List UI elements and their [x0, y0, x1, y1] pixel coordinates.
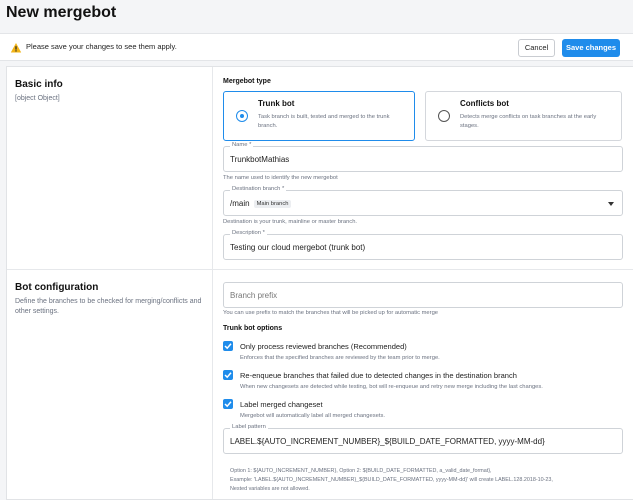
label-pattern-field[interactable]: Label pattern LABEL.${AUTO_INCREMENT_NUM… — [223, 424, 623, 454]
reenqueue-branches-description: When new changesets are detected while t… — [240, 384, 543, 390]
unsaved-changes-banner: Please save your changes to see them app… — [0, 33, 633, 61]
trunk-bot-title: Trunk bot — [258, 99, 295, 108]
warning-icon — [10, 41, 22, 53]
branch-prefix-helper: You can use prefix to match the branches… — [223, 310, 439, 316]
label-pattern-value: LABEL.${AUTO_INCREMENT_NUMBER}_${BUILD_D… — [230, 437, 545, 446]
trunk-bot-card[interactable]: Trunk bot Task branch is built, tested a… — [223, 91, 415, 141]
checkmark-icon — [224, 372, 232, 379]
destination-branch-label: Destination branch * — [230, 186, 287, 192]
label-pattern-label: Label pattern — [230, 424, 268, 430]
mergebot-form: Basic info [object Object] Mergebot type… — [6, 66, 633, 500]
trunk-bot-description: Task branch is built, tested and merged … — [258, 114, 390, 129]
section-divider — [7, 269, 633, 270]
mergebot-type-label: Mergebot type — [223, 78, 271, 85]
branch-prefix-placeholder: Branch prefix — [230, 291, 278, 300]
description-field-label: Description * — [230, 230, 267, 236]
label-merged-changeset-label: Label merged changeset — [240, 400, 323, 409]
label-pattern-help-line-1: Option 1: ${AUTO_INCREMENT_NUMBER}, Opti… — [230, 468, 492, 474]
reenqueue-branches-checkbox[interactable] — [223, 370, 233, 380]
description-field-value: Testing our cloud mergebot (trunk bot) — [230, 243, 366, 252]
save-changes-button[interactable]: Save changes — [562, 39, 620, 57]
name-field-label: Name * — [230, 142, 254, 148]
checkmark-icon — [224, 343, 232, 350]
basic-info-title: Basic info — [15, 79, 63, 90]
chevron-down-icon[interactable] — [608, 202, 614, 206]
bot-configuration-title: Bot configuration — [15, 282, 99, 293]
warning-text: Please save your changes to see them app… — [26, 42, 177, 51]
destination-branch-select[interactable]: Destination branch * /main Main branch — [223, 186, 623, 216]
branch-prefix-field[interactable]: Branch prefix — [223, 282, 623, 308]
destination-helper: Destination is your trunk, mainline or m… — [223, 219, 358, 225]
main-branch-chip: Main branch — [253, 200, 292, 208]
name-field[interactable]: Name * TrunkbotMathias — [223, 142, 623, 172]
conflicts-bot-title: Conflicts bot — [460, 99, 509, 108]
label-pattern-help-line-2: Example: 'LABEL.${AUTO_INCREMENT_NUMBER}… — [230, 477, 553, 483]
cancel-button[interactable]: Cancel — [518, 39, 555, 57]
destination-branch-value: /main Main branch — [230, 199, 292, 208]
label-pattern-help: Option 1: ${AUTO_INCREMENT_NUMBER}, Opti… — [230, 467, 620, 494]
conflicts-bot-card[interactable]: Conflicts bot Detects merge conflicts on… — [425, 91, 622, 141]
name-helper: The name used to identify the new mergeb… — [223, 175, 338, 181]
reviewed-branches-label: Only process reviewed branches (Recommen… — [240, 342, 407, 351]
trunk-bot-radio[interactable] — [236, 110, 248, 122]
label-merged-changeset-checkbox[interactable] — [223, 399, 233, 409]
label-pattern-help-line-3: Nested variables are not allowed. — [230, 486, 310, 492]
basic-info-description: [object Object] — [15, 95, 60, 102]
reviewed-branches-checkbox[interactable] — [223, 341, 233, 351]
checkmark-icon — [224, 401, 232, 408]
reenqueue-branches-label: Re-enqueue branches that failed due to d… — [240, 371, 517, 380]
conflicts-bot-radio[interactable] — [438, 110, 450, 122]
description-field[interactable]: Description * Testing our cloud mergebot… — [223, 230, 623, 260]
name-field-value: TrunkbotMathias — [230, 155, 290, 164]
conflicts-bot-description: Detects merge conflicts on task branches… — [460, 114, 597, 129]
page-title: New mergebot — [6, 4, 117, 21]
reviewed-branches-description: Enforces that the specified branches are… — [240, 355, 440, 361]
trunk-bot-options-label: Trunk bot options — [223, 325, 283, 332]
label-merged-changeset-description: Mergebot will automatically label all me… — [240, 413, 385, 419]
bot-configuration-description: Define the branches to be checked for me… — [15, 298, 202, 315]
